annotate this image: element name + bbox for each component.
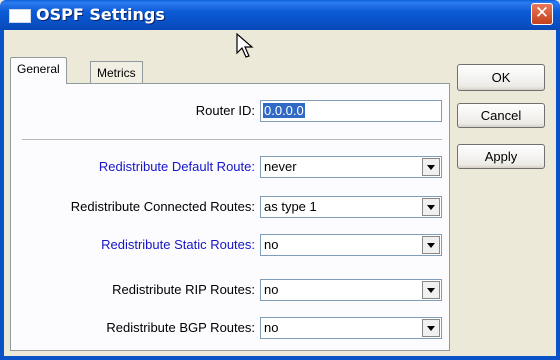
connected-routes-select[interactable]: as type 1	[260, 196, 442, 218]
rip-routes-value: no	[264, 282, 279, 297]
connected-routes-value: as type 1	[264, 199, 317, 214]
window-frame-bottom	[0, 356, 560, 360]
tab-general[interactable]: General	[10, 57, 67, 84]
mouse-cursor-icon	[236, 33, 254, 58]
tab-metrics[interactable]: Metrics	[90, 61, 143, 85]
cancel-button[interactable]: Cancel	[457, 103, 545, 128]
chevron-down-icon[interactable]	[422, 319, 440, 337]
window-frame-right	[556, 30, 560, 360]
static-routes-select[interactable]: no	[260, 234, 442, 256]
default-route-value: never	[264, 159, 297, 174]
bgp-routes-label: Redistribute BGP Routes:	[106, 320, 255, 335]
bgp-routes-value: no	[264, 320, 279, 335]
rip-routes-label: Redistribute RIP Routes:	[112, 282, 255, 297]
close-button[interactable]: ✕	[531, 3, 553, 25]
chevron-down-icon[interactable]	[422, 236, 440, 254]
rip-routes-select[interactable]: no	[260, 279, 442, 301]
router-id-input[interactable]: 0.0.0.0	[260, 100, 442, 122]
static-routes-value: no	[264, 237, 279, 252]
static-routes-label: Redistribute Static Routes:	[101, 237, 255, 252]
apply-button[interactable]: Apply	[457, 144, 545, 169]
chevron-down-icon[interactable]	[422, 158, 440, 176]
ok-button[interactable]: OK	[457, 64, 545, 91]
router-id-label: Router ID:	[195, 103, 255, 118]
window-frame-left	[0, 30, 4, 360]
router-id-value: 0.0.0.0	[263, 103, 305, 118]
window-icon	[9, 9, 31, 23]
chevron-down-icon[interactable]	[422, 281, 440, 299]
connected-routes-label: Redistribute Connected Routes:	[70, 199, 255, 214]
title-bar[interactable]: OSPF Settings ✕	[0, 0, 560, 30]
window-title: OSPF Settings	[36, 5, 165, 24]
default-route-label: Redistribute Default Route:	[98, 159, 255, 174]
section-divider	[22, 139, 442, 141]
bgp-routes-select[interactable]: no	[260, 317, 442, 339]
default-route-select[interactable]: never	[260, 156, 442, 178]
chevron-down-icon[interactable]	[422, 198, 440, 216]
